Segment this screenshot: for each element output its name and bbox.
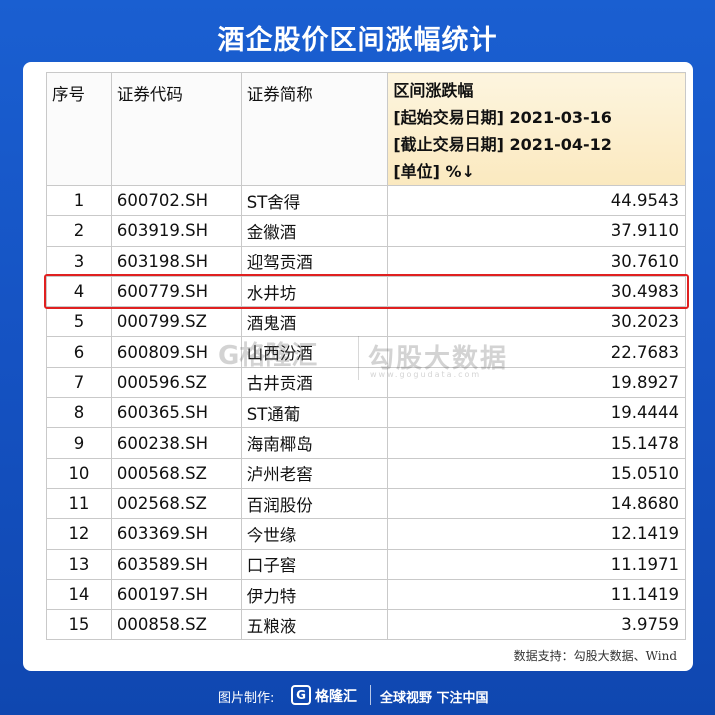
cell-change: 11.1419	[387, 578, 686, 611]
cell-change: 11.1971	[387, 548, 686, 580]
cell-index: 10	[46, 457, 112, 489]
footer-logo-icon: G	[291, 685, 311, 705]
cell-change: 15.0510	[387, 457, 686, 489]
cell-change: 19.8927	[387, 366, 686, 399]
table-row: 3 603198.SH 迎驾贡酒 30.7610	[46, 245, 686, 277]
footer-divider	[370, 685, 371, 705]
table-row: 15 000858.SZ 五粮液 3.9759	[46, 609, 686, 641]
footer-label: 图片制作:	[218, 691, 275, 706]
table-row: 11 002568.SZ 百润股份 14.8680	[46, 487, 686, 520]
table-body: 1 600702.SH ST舍得 44.9543 2 603919.SH 金徽酒 37.911…	[46, 184, 686, 641]
table-row: 2 603919.SH 金徽酒 37.9110	[46, 215, 686, 247]
cell-change: 30.4983	[387, 275, 686, 308]
cell-code: 600197.SH	[110, 578, 242, 611]
cell-index: 13	[46, 548, 112, 580]
footer: 图片制作: G 格隆汇 全球视野 下注中国	[0, 683, 715, 707]
cell-index: 14	[46, 578, 112, 611]
cell-index: 1	[46, 184, 112, 217]
table-row: 5 000799.SZ 酒鬼酒 30.2023	[46, 306, 686, 338]
cell-index: 7	[46, 366, 112, 399]
header-start-date: [起始交易日期] 2021-03-16	[393, 108, 612, 127]
cell-code: 002568.SZ	[110, 487, 242, 520]
cell-change: 19.4444	[387, 397, 686, 429]
cell-code: 600702.SH	[110, 184, 242, 217]
header-name: 证券简称	[240, 72, 389, 186]
footer-slogan: 全球视野 下注中国	[380, 691, 489, 706]
table-row: 14 600197.SH 伊力特 11.1419	[46, 578, 686, 611]
cell-change: 37.9110	[387, 215, 686, 247]
cell-code: 600779.SH	[110, 275, 242, 308]
cell-index: 3	[46, 245, 112, 277]
header-code: 证券代码	[110, 72, 242, 186]
cell-name: 五粮液	[240, 609, 389, 641]
header-unit: [单位] %↓	[393, 162, 475, 181]
header-range-change: 区间涨跌幅 [起始交易日期] 2021-03-16 [截止交易日期] 2021-…	[387, 72, 686, 186]
table-row: 12 603369.SH 今世缘 12.1419	[46, 518, 686, 550]
cell-index: 6	[46, 336, 112, 368]
cell-name: 百润股份	[240, 487, 389, 520]
cell-index: 2	[46, 215, 112, 247]
table-row: 10 000568.SZ 泸州老窖 15.0510	[46, 457, 686, 489]
cell-change: 14.8680	[387, 487, 686, 520]
table-row: 4 600779.SH 水井坊 30.4983	[46, 275, 686, 308]
table-header-row: 序号 证券代码 证券简称 区间涨跌幅 [起始交易日期] 2021-03-16 […	[46, 72, 686, 186]
cell-code: 600809.SH	[110, 336, 242, 368]
cell-index: 9	[46, 427, 112, 459]
cell-name: 水井坊	[240, 275, 389, 308]
page-title: 酒企股价区间涨幅统计	[217, 25, 498, 56]
table-row: 8 600365.SH ST通葡 19.4444	[46, 397, 686, 429]
data-source-note: 数据支持：勾股大数据、Wind	[513, 649, 677, 663]
table-row: 9 600238.SH 海南椰岛 15.1478	[46, 427, 686, 459]
cell-index: 15	[46, 609, 112, 641]
cell-name: 山西汾酒	[240, 336, 389, 368]
cell-name: 泸州老窖	[240, 457, 389, 489]
cell-change: 3.9759	[387, 609, 686, 641]
cell-change: 15.1478	[387, 427, 686, 459]
table-row: 7 000596.SZ 古井贡酒 19.8927	[46, 366, 686, 399]
cell-index: 12	[46, 518, 112, 550]
cell-name: 古井贡酒	[240, 366, 389, 399]
cell-code: 603369.SH	[110, 518, 242, 550]
table-row: 6 600809.SH 山西汾酒 22.7683	[46, 336, 686, 368]
cell-code: 000568.SZ	[110, 457, 242, 489]
cell-index: 11	[46, 487, 112, 520]
cell-code: 000858.SZ	[110, 609, 242, 641]
cell-change: 30.2023	[387, 306, 686, 338]
cell-name: 海南椰岛	[240, 427, 389, 459]
cell-change: 30.7610	[387, 245, 686, 277]
header-range-title: 区间涨跌幅	[393, 81, 474, 100]
cell-change: 44.9543	[387, 184, 686, 217]
cell-name: 酒鬼酒	[240, 306, 389, 338]
cell-index: 4	[46, 275, 112, 308]
cell-name: 金徽酒	[240, 215, 389, 247]
cell-code: 603198.SH	[110, 245, 242, 277]
table-row: 13 603589.SH 口子窖 11.1971	[46, 548, 686, 580]
cell-code: 603589.SH	[110, 548, 242, 580]
cell-change: 22.7683	[387, 336, 686, 368]
header-index: 序号	[46, 72, 112, 186]
cell-index: 8	[46, 397, 112, 429]
table-card: 序号 证券代码 证券简称 区间涨跌幅 [起始交易日期] 2021-03-16 […	[23, 62, 693, 671]
cell-code: 600238.SH	[110, 427, 242, 459]
cell-name: 伊力特	[240, 578, 389, 611]
cell-change: 12.1419	[387, 518, 686, 550]
cell-code: 603919.SH	[110, 215, 242, 247]
cell-name: ST舍得	[240, 184, 389, 217]
cell-name: 今世缘	[240, 518, 389, 550]
stock-table: 序号 证券代码 证券简称 区间涨跌幅 [起始交易日期] 2021-03-16 […	[46, 72, 686, 641]
cell-name: 迎驾贡酒	[240, 245, 389, 277]
footer-brand: 格隆汇	[315, 689, 357, 705]
cell-index: 5	[46, 306, 112, 338]
cell-code: 600365.SH	[110, 397, 242, 429]
cell-name: ST通葡	[240, 397, 389, 429]
cell-code: 000799.SZ	[110, 306, 242, 338]
header-end-date: [截止交易日期] 2021-04-12	[393, 135, 612, 154]
table-row: 1 600702.SH ST舍得 44.9543	[46, 184, 686, 217]
cell-name: 口子窖	[240, 548, 389, 580]
cell-code: 000596.SZ	[110, 366, 242, 399]
